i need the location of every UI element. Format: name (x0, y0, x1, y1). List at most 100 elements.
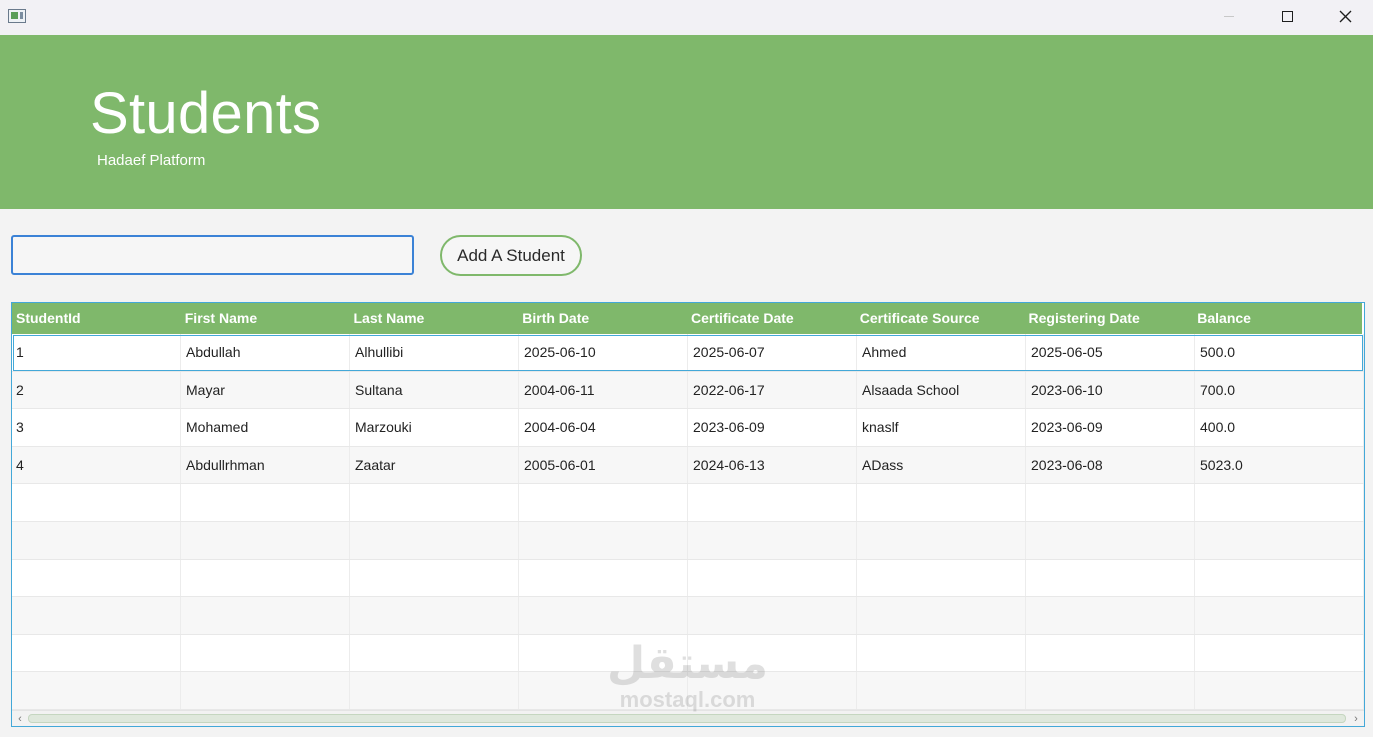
maximize-icon (1281, 10, 1293, 22)
table-cell (350, 559, 519, 597)
table-cell (12, 521, 181, 559)
column-header[interactable]: Certificate Source (856, 303, 1025, 334)
scroll-right-icon[interactable]: › (1349, 712, 1363, 726)
table-cell (181, 559, 350, 597)
table-cell: Ahmed (857, 334, 1026, 371)
scroll-left-icon[interactable]: ‹ (13, 712, 27, 726)
empty-table-row (12, 559, 1364, 598)
table-cell (519, 559, 688, 597)
table-cell: ADass (857, 446, 1026, 484)
table-cell (1195, 559, 1364, 597)
table-cell: 2025-06-05 (1026, 334, 1195, 371)
table-cell: 2023-06-09 (1026, 409, 1195, 446)
table-cell (519, 634, 688, 672)
table-cell (857, 597, 1026, 634)
table-cell (181, 672, 350, 709)
table-cell (519, 597, 688, 634)
table-cell: 2023-06-08 (1026, 446, 1195, 484)
column-header[interactable]: Registering Date (1025, 303, 1194, 334)
table-cell: 4 (12, 446, 181, 484)
students-table[interactable]: StudentId First Name Last Name Birth Date Ce… (11, 302, 1365, 727)
column-header[interactable]: Birth Date (518, 303, 687, 334)
table-cell: 400.0 (1195, 409, 1364, 446)
table-cell (1195, 597, 1364, 634)
close-button[interactable] (1316, 0, 1373, 32)
table-cell (181, 634, 350, 672)
table-cell (1026, 634, 1195, 672)
column-header[interactable]: Balance (1193, 303, 1362, 334)
table-cell: 2 (12, 371, 181, 409)
table-cell (12, 484, 181, 521)
empty-table-row (12, 484, 1364, 522)
table-cell: 2023-06-10 (1026, 371, 1195, 409)
table-cell: Mayar (181, 371, 350, 409)
table-row[interactable]: 4 Abdullrhman Zaatar 2005-06-01 2024-06-13 AD… (12, 446, 1364, 485)
title-bar (0, 0, 1373, 35)
table-cell: 2005-06-01 (519, 446, 688, 484)
table-cell (1026, 559, 1195, 597)
table-cell: 700.0 (1195, 371, 1364, 409)
table-cell (688, 634, 857, 672)
column-header[interactable]: First Name (181, 303, 350, 334)
table-cell (688, 559, 857, 597)
table-cell (857, 634, 1026, 672)
page-subtitle: Hadaef Platform (97, 152, 206, 169)
table-cell (1195, 484, 1364, 521)
app-window-icon (8, 9, 26, 23)
table-cell (688, 597, 857, 634)
page-title: Students (90, 81, 322, 146)
table-cell (857, 559, 1026, 597)
table-body: 1 Abdullah Alhullibi 2025-06-10 2025-06-07 Ah… (12, 334, 1364, 710)
table-row[interactable]: 2 Mayar Sultana 2004-06-11 2022-06-17 Alsaada… (12, 371, 1364, 410)
table-cell (12, 559, 181, 597)
empty-table-row (12, 597, 1364, 635)
table-cell (857, 672, 1026, 709)
close-icon (1339, 10, 1351, 22)
table-cell: Sultana (350, 371, 519, 409)
table-cell: 2025-06-10 (519, 334, 688, 371)
table-cell (1195, 672, 1364, 709)
table-cell (1026, 672, 1195, 709)
table-cell: 5023.0 (1195, 446, 1364, 484)
table-cell (519, 484, 688, 521)
table-cell: Alsaada School (857, 371, 1026, 409)
table-cell: 2023-06-09 (688, 409, 857, 446)
table-cell (350, 672, 519, 709)
table-header-row: StudentId First Name Last Name Birth Date Ce… (12, 303, 1362, 334)
table-row[interactable]: 1 Abdullah Alhullibi 2025-06-10 2025-06-07 Ah… (12, 334, 1364, 372)
table-cell (1026, 521, 1195, 559)
table-cell: 3 (12, 409, 181, 446)
maximize-button[interactable] (1258, 0, 1316, 32)
table-cell: Zaatar (350, 446, 519, 484)
table-cell (688, 521, 857, 559)
table-row[interactable]: 3 Mohamed Marzouki 2004-06-04 2023-06-09 knas… (12, 409, 1364, 447)
column-header[interactable]: Last Name (350, 303, 519, 334)
search-input[interactable] (11, 235, 414, 275)
add-student-button[interactable]: Add A Student (440, 235, 582, 276)
table-cell (688, 484, 857, 521)
table-cell: 2025-06-07 (688, 334, 857, 371)
table-cell (12, 672, 181, 709)
table-cell (350, 634, 519, 672)
table-cell (519, 521, 688, 559)
minimize-button[interactable] (1200, 0, 1258, 32)
column-header[interactable]: Certificate Date (687, 303, 856, 334)
table-cell (1026, 484, 1195, 521)
table-cell: Alhullibi (350, 334, 519, 371)
table-cell (350, 597, 519, 634)
minimize-icon (1224, 15, 1234, 17)
table-cell (519, 672, 688, 709)
table-cell (12, 634, 181, 672)
table-cell: knaslf (857, 409, 1026, 446)
table-cell (350, 521, 519, 559)
table-cell (12, 597, 181, 634)
column-header[interactable]: StudentId (12, 303, 181, 334)
table-cell: Abdullah (181, 334, 350, 371)
empty-table-row (12, 672, 1364, 710)
table-cell (688, 672, 857, 709)
scrollbar-thumb[interactable] (28, 714, 1346, 723)
table-cell: 1 (12, 334, 181, 371)
table-cell (1195, 521, 1364, 559)
table-cell: Marzouki (350, 409, 519, 446)
horizontal-scrollbar[interactable]: ‹ › (12, 710, 1364, 726)
